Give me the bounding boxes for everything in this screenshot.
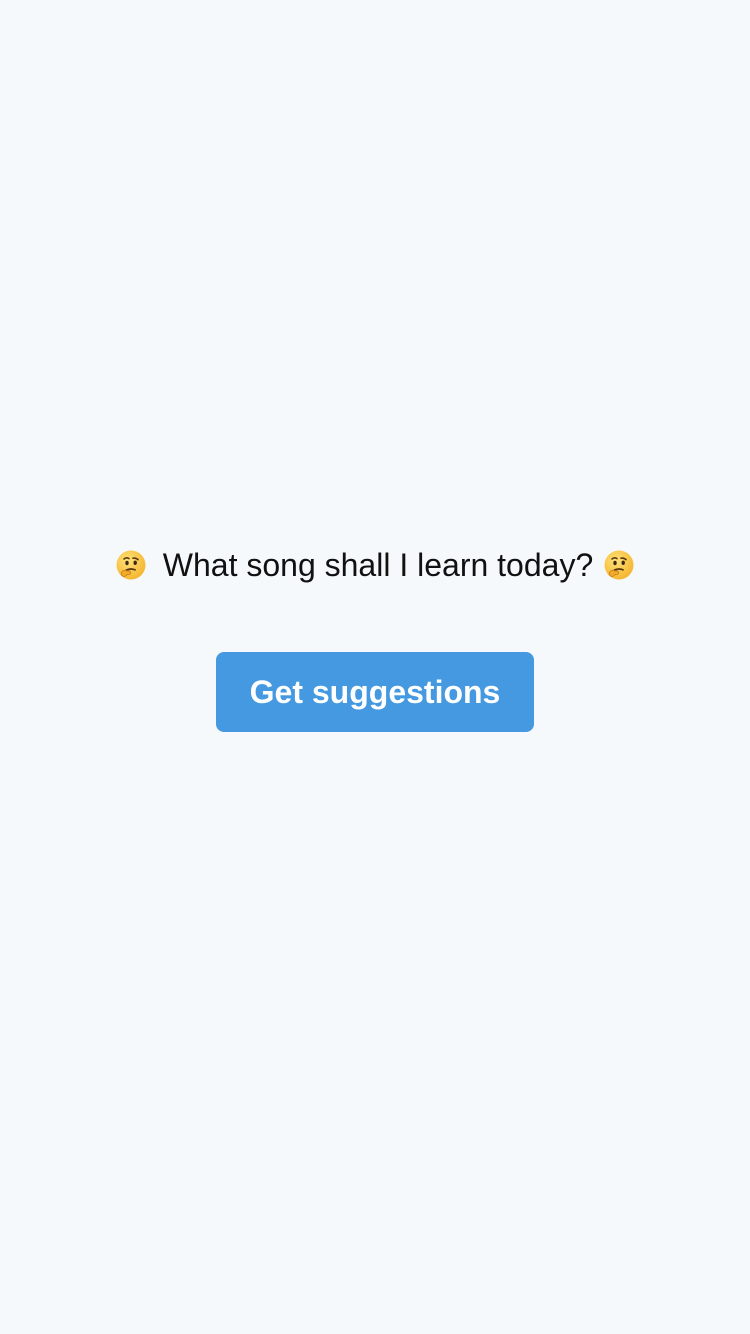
- thinking-face-icon: [115, 549, 147, 581]
- prompt-text: What song shall I learn today?: [162, 547, 594, 583]
- get-suggestions-button[interactable]: Get suggestions: [216, 652, 534, 732]
- prompt-heading: What song shall I learn today?: [0, 540, 750, 590]
- thinking-face-icon: [603, 549, 635, 581]
